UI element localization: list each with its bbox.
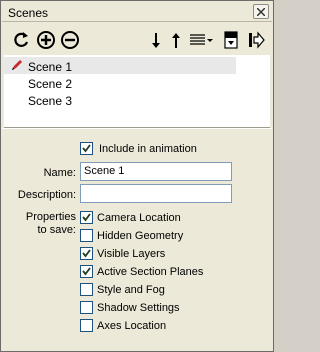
- check-icon: [82, 144, 91, 153]
- visible-layers-label: Visible Layers: [97, 248, 166, 260]
- hidden-geometry-label: Hidden Geometry: [97, 230, 184, 242]
- active-section-planes-checkbox[interactable]: [80, 265, 93, 278]
- plus-circle-icon: [37, 31, 55, 49]
- axes-location-label: Axes Location: [97, 320, 167, 332]
- description-label: Description:: [17, 189, 76, 201]
- close-button[interactable]: [253, 4, 269, 19]
- scene-label: Scene 3: [28, 94, 73, 108]
- details-toggle-icon: [224, 31, 238, 49]
- scene-label: Scene 1: [28, 60, 73, 74]
- move-scene-up-button[interactable]: [166, 30, 186, 50]
- add-scene-button[interactable]: [36, 30, 56, 50]
- arrow-down-icon: [152, 33, 160, 48]
- axes-location-checkbox[interactable]: [80, 319, 93, 332]
- scene-list[interactable]: Scene 1 Scene 2 Scene 3: [4, 55, 270, 128]
- scene-list-item[interactable]: Scene 3: [4, 91, 236, 108]
- active-section-planes-label: Active Section Planes: [97, 266, 204, 278]
- include-in-animation-checkbox[interactable]: [80, 142, 93, 155]
- list-view-icon: [190, 34, 213, 45]
- hidden-geometry-checkbox[interactable]: [80, 229, 93, 242]
- check-icon: [82, 213, 91, 222]
- title-bar[interactable]: Scenes: [2, 2, 272, 22]
- style-and-fog-checkbox[interactable]: [80, 283, 93, 296]
- camera-location-checkbox[interactable]: [80, 211, 93, 224]
- camera-location-label: Camera Location: [97, 212, 181, 224]
- move-scene-down-button[interactable]: [146, 30, 166, 50]
- scenes-panel: Scenes Scene 1 Scene 2 Scene 3 Include i…: [0, 0, 274, 352]
- shadow-settings-label: Shadow Settings: [97, 302, 180, 314]
- visible-layers-checkbox[interactable]: [80, 247, 93, 260]
- description-field[interactable]: [80, 184, 232, 203]
- minus-circle-icon: [61, 31, 79, 49]
- pencil-icon: [12, 60, 22, 70]
- check-icon: [82, 267, 91, 276]
- scene-properties: Include in animation Name: Scene 1 Descr…: [2, 131, 272, 351]
- remove-scene-button[interactable]: [60, 30, 80, 50]
- window-title: Scenes: [8, 6, 49, 20]
- scene-list-item[interactable]: Scene 1: [4, 57, 236, 74]
- name-label: Name:: [43, 167, 76, 179]
- close-icon: [257, 8, 265, 16]
- include-in-animation-label: Include in animation: [99, 143, 197, 155]
- shadow-settings-checkbox[interactable]: [80, 301, 93, 314]
- properties-to-save-label: Properties: [25, 211, 76, 223]
- style-and-fog-label: Style and Fog: [97, 284, 165, 296]
- name-field[interactable]: Scene 1: [80, 162, 232, 181]
- view-options-button[interactable]: [188, 30, 216, 50]
- refresh-icon: [14, 32, 29, 47]
- update-scene-button[interactable]: [11, 30, 31, 50]
- scene-label: Scene 2: [28, 77, 73, 91]
- arrow-up-icon: [172, 33, 180, 48]
- expand-arrow-icon: [249, 31, 265, 49]
- properties-to-save-label: to save:: [37, 224, 76, 236]
- check-icon: [82, 249, 91, 258]
- scene-list-item[interactable]: Scene 2: [4, 74, 236, 91]
- toolbar: [2, 23, 272, 55]
- expand-panel-button[interactable]: [246, 30, 266, 50]
- show-details-button[interactable]: [221, 30, 241, 50]
